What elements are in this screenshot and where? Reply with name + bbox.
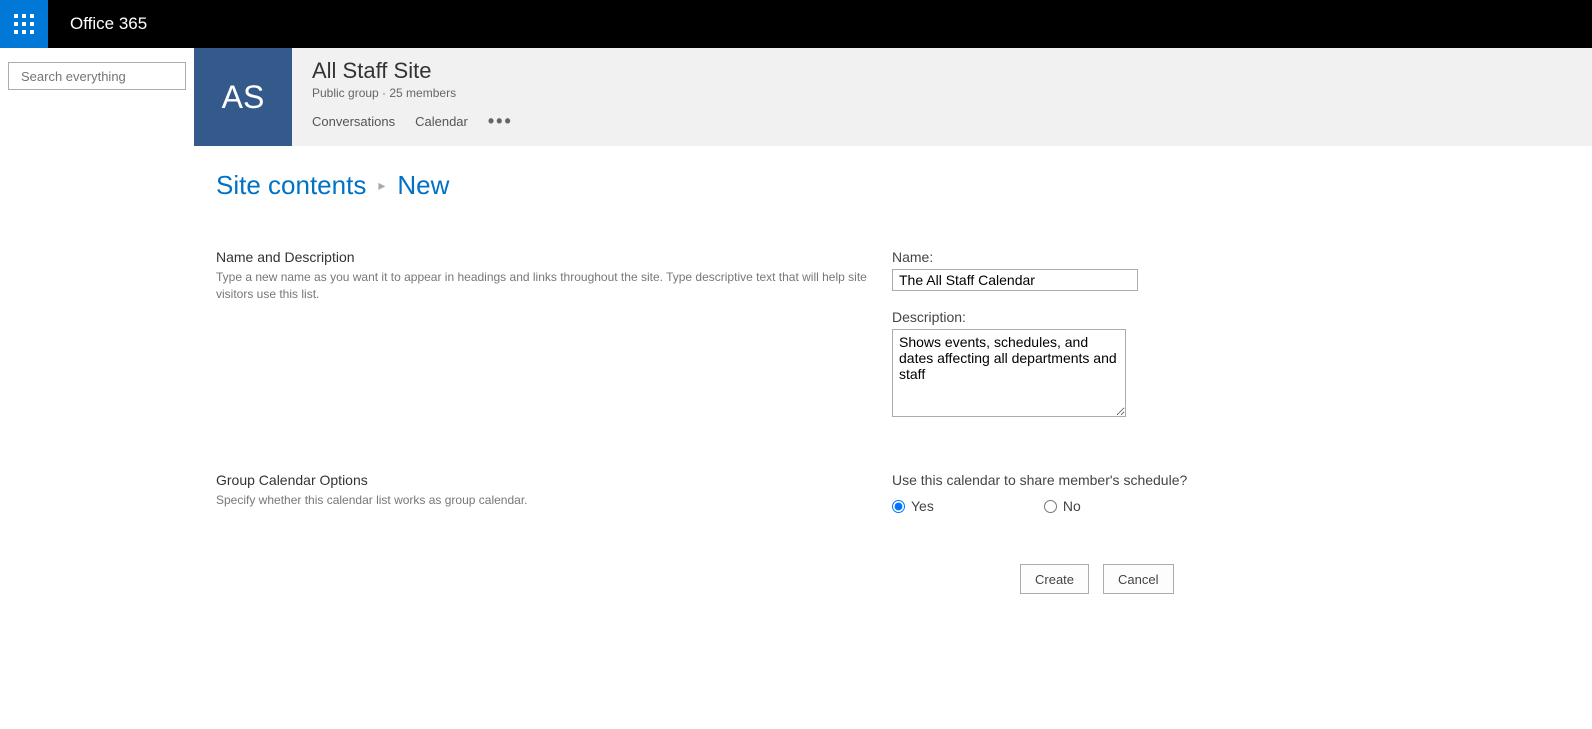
description-textarea[interactable] (892, 329, 1126, 417)
chevron-right-icon: ▸ (378, 177, 385, 194)
section1-heading: Name and Description (216, 249, 872, 265)
share-schedule-question: Use this calendar to share member's sche… (892, 472, 1172, 488)
breadcrumb-root[interactable]: Site contents (216, 170, 366, 201)
share-schedule-radio-group: Yes No (892, 498, 1172, 514)
site-subtitle: Public group · 25 members (312, 86, 513, 100)
section-group-calendar: Group Calendar Options Specify whether t… (216, 472, 1570, 514)
top-bar: Office 365 (0, 0, 1592, 48)
content-area: Site contents ▸ New Name and Description… (194, 146, 1592, 618)
app-launcher-icon[interactable] (0, 0, 48, 48)
site-logo[interactable]: AS (194, 48, 292, 146)
description-label: Description: (892, 309, 1172, 325)
create-button[interactable]: Create (1020, 564, 1089, 594)
site-title[interactable]: All Staff Site (312, 58, 513, 84)
nav-conversations[interactable]: Conversations (312, 114, 395, 129)
waffle-icon (14, 14, 34, 34)
ellipsis-icon[interactable]: ••• (488, 112, 513, 130)
site-header: AS All Staff Site Public group · 25 memb… (194, 48, 1592, 146)
radio-yes-text: Yes (911, 498, 934, 514)
name-input[interactable] (892, 269, 1138, 291)
breadcrumb: Site contents ▸ New (216, 170, 1570, 201)
section1-hint: Type a new name as you want it to appear… (216, 269, 872, 303)
form-buttons: Create Cancel (1020, 564, 1570, 594)
section2-hint: Specify whether this calendar list works… (216, 492, 872, 509)
radio-yes-label[interactable]: Yes (892, 498, 934, 514)
brand-name[interactable]: Office 365 (70, 14, 147, 34)
left-column: ▼ (0, 48, 194, 729)
cancel-button[interactable]: Cancel (1103, 564, 1173, 594)
radio-no-text: No (1063, 498, 1081, 514)
radio-no[interactable] (1044, 500, 1057, 513)
section2-heading: Group Calendar Options (216, 472, 872, 488)
radio-yes[interactable] (892, 500, 905, 513)
radio-no-label[interactable]: No (1044, 498, 1081, 514)
search-box[interactable]: ▼ (8, 62, 186, 90)
search-input[interactable] (19, 68, 199, 85)
name-label: Name: (892, 249, 1172, 265)
site-nav: Conversations Calendar ••• (312, 112, 513, 130)
breadcrumb-current: New (397, 170, 449, 201)
section-name-description: Name and Description Type a new name as … (216, 249, 1570, 438)
nav-calendar[interactable]: Calendar (415, 114, 468, 129)
